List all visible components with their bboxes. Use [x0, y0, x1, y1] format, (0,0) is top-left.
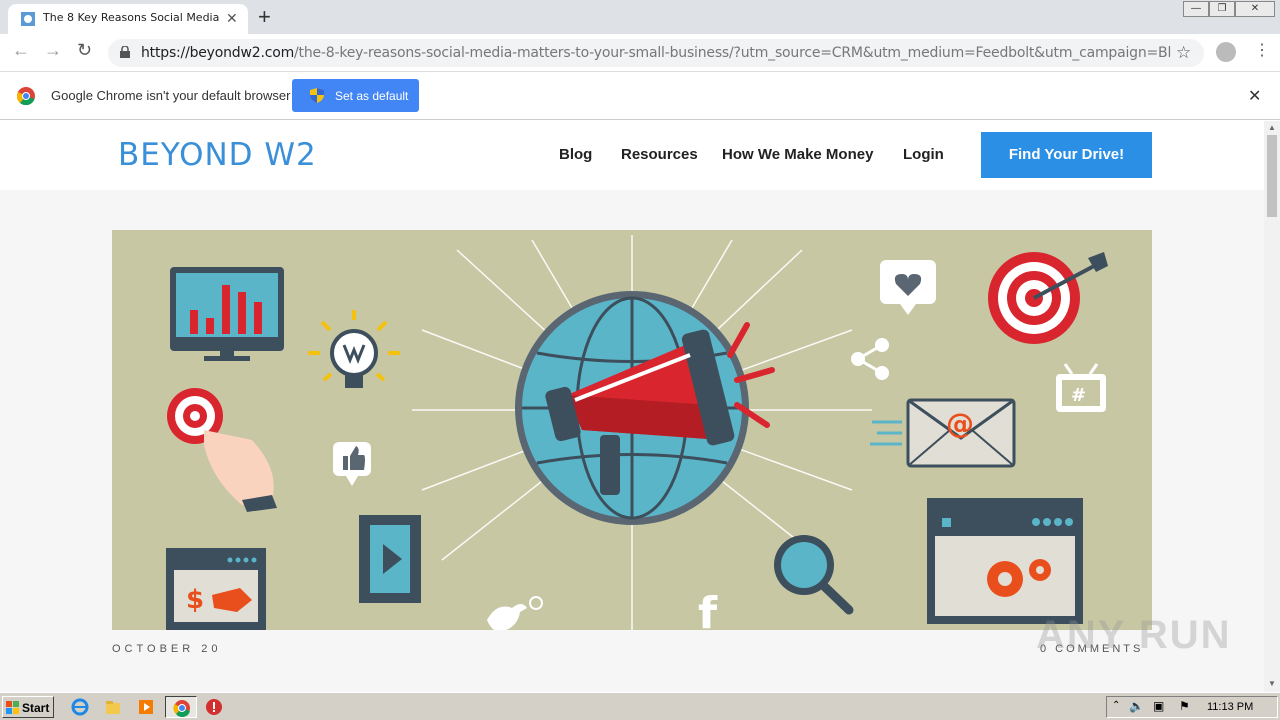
scroll-up-arrow-icon[interactable]: ▲ [1268, 123, 1276, 132]
bookmark-star-icon[interactable]: ☆ [1176, 43, 1191, 63]
heart-bubble-icon [880, 260, 936, 315]
dartboard-icon [988, 252, 1108, 344]
action-center-flag-icon[interactable]: ⚑ [1179, 699, 1190, 713]
infobar-close-icon[interactable]: ✕ [1248, 86, 1261, 106]
hero-illustration: $ f # @ [166, 235, 1108, 630]
nav-login[interactable]: Login [903, 146, 944, 163]
share-icon [851, 338, 889, 380]
windows-logo-icon [6, 701, 19, 714]
start-button[interactable]: Start [2, 696, 54, 718]
page-content: BEYOND W2 Blog Resources How We Make Mon… [0, 121, 1264, 692]
active-tab[interactable]: The 8 Key Reasons Social Media Mat ✕ [8, 4, 248, 34]
magnifier-icon [774, 535, 854, 615]
forward-button[interactable]: → [44, 40, 62, 61]
nav-how-we-make-money[interactable]: How We Make Money [722, 146, 873, 163]
default-browser-infobar: Google Chrome isn't your default browser… [0, 72, 1280, 120]
svg-text:#: # [1071, 385, 1086, 406]
site-logo[interactable]: BEYOND W2 [118, 137, 317, 173]
payment-browser-icon: $ [166, 548, 266, 630]
facebook-icon: f [698, 588, 718, 630]
windows-taskbar: Start ⌃ 🔈 ▣ ⚑ 11:13 PM [0, 692, 1280, 720]
hero-image[interactable]: $ f # @ [112, 230, 1152, 630]
email-icon: @ [870, 398, 1016, 468]
twitter-icon [487, 596, 543, 630]
maximize-button[interactable]: ❐ [1209, 1, 1235, 17]
post-date: OCTOBER 20 [112, 643, 222, 655]
tab-close-icon[interactable]: ✕ [226, 10, 238, 27]
address-bar[interactable]: https://beyondw2.com/the-8-key-reasons-s… [108, 39, 1204, 67]
internet-explorer-icon[interactable] [71, 698, 89, 716]
lock-icon [120, 46, 130, 58]
browser-toolbar: ← → ↻ https://beyondw2.com/the-8-key-rea… [0, 34, 1280, 72]
like-icon [333, 442, 371, 486]
profile-avatar[interactable] [1216, 42, 1236, 62]
film-play-icon [359, 515, 421, 603]
back-button[interactable]: ← [12, 40, 30, 61]
find-your-drive-button[interactable]: Find Your Drive! [981, 132, 1152, 178]
monitor-chart-icon [170, 267, 284, 361]
lightbulb-icon [308, 310, 400, 388]
minimize-button[interactable]: — [1183, 1, 1209, 17]
url-text[interactable]: https://beyondw2.com/the-8-key-reasons-s… [141, 45, 1171, 61]
reload-button[interactable]: ↻ [77, 40, 92, 61]
site-header: BEYOND W2 Blog Resources How We Make Mon… [0, 121, 1264, 190]
file-explorer-icon[interactable] [104, 698, 122, 716]
nav-blog[interactable]: Blog [559, 146, 592, 163]
svg-text:$: $ [186, 585, 204, 615]
page-scrollbar[interactable]: ▲ ▼ [1264, 121, 1280, 692]
chrome-taskbar-icon [173, 700, 190, 717]
target-icon [167, 388, 277, 512]
site-favicon-icon [21, 12, 35, 26]
chrome-taskbar-button[interactable] [165, 696, 197, 718]
tab-title: The 8 Key Reasons Social Media Mat [43, 11, 223, 24]
infobar-message: Google Chrome isn't your default browser [51, 88, 291, 103]
tray-expand-icon[interactable]: ⌃ [1112, 700, 1120, 711]
settings-window-icon [927, 498, 1083, 624]
set-as-default-label: Set as default [335, 89, 409, 103]
uac-shield-icon [310, 88, 324, 103]
svg-text:@: @ [946, 407, 974, 440]
set-as-default-button[interactable]: Set as default [292, 79, 419, 112]
security-stop-icon[interactable] [205, 698, 223, 716]
scroll-thumb[interactable] [1267, 135, 1277, 217]
chrome-menu-icon[interactable]: ⋮ [1254, 40, 1270, 60]
network-icon[interactable]: ▣ [1153, 699, 1164, 713]
volume-icon[interactable]: 🔈 [1129, 699, 1144, 713]
chrome-logo-icon [17, 87, 35, 105]
system-tray: ⌃ 🔈 ▣ ⚑ 11:13 PM [1106, 696, 1278, 718]
media-player-icon[interactable] [137, 698, 155, 716]
start-label: Start [22, 701, 50, 715]
tv-hashtag-icon: # [1056, 363, 1106, 412]
nav-resources[interactable]: Resources [621, 146, 698, 163]
tab-strip: The 8 Key Reasons Social Media Mat ✕ + —… [0, 0, 1280, 34]
close-window-button[interactable]: ✕ [1235, 1, 1275, 17]
clock[interactable]: 11:13 PM [1207, 701, 1253, 713]
new-tab-button[interactable]: + [258, 4, 271, 30]
anyrun-watermark: ANY RUN [1036, 613, 1232, 657]
scroll-down-arrow-icon[interactable]: ▼ [1268, 679, 1276, 688]
